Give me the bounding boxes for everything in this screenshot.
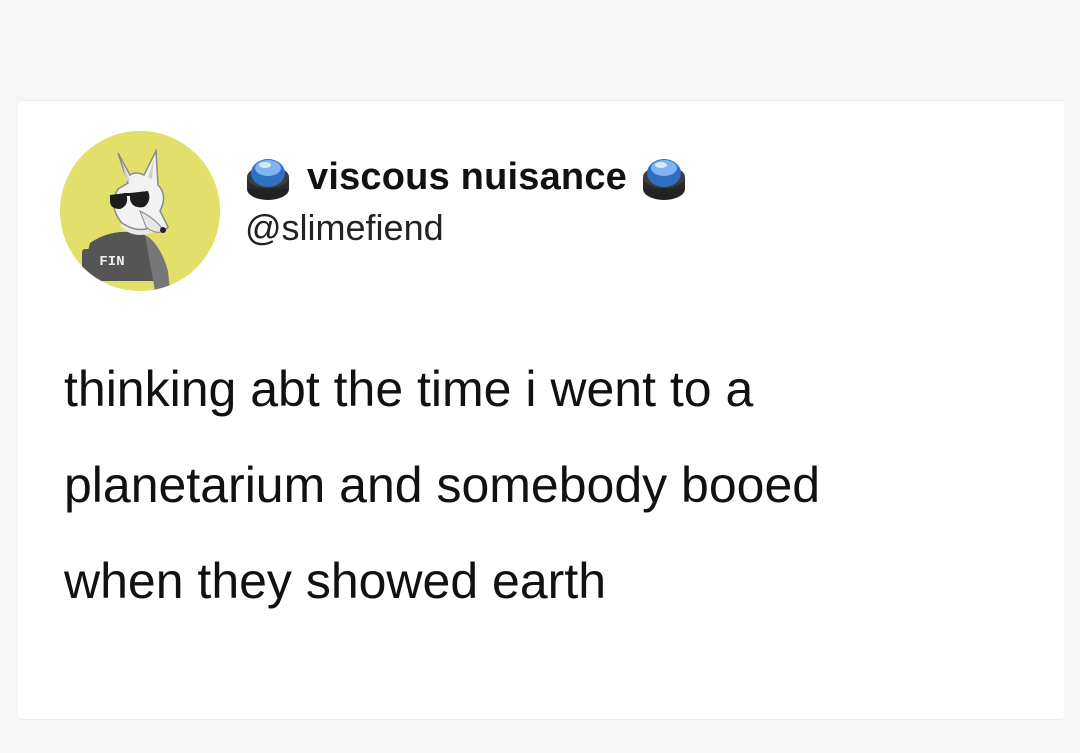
tweet-header: viscous nuisance @slimefiend [243, 149, 689, 249]
tweet-text-line: planetarium and somebody booed [64, 457, 821, 513]
page: FIN viscous nuisance @slimefiend thinkin… [0, 0, 1080, 753]
tweet-text-line: thinking abt the time i went to a [64, 361, 754, 417]
display-name[interactable]: viscous nuisance [307, 156, 627, 199]
tweet-text-line: when they showed earth [64, 553, 607, 609]
tweet-text: thinking abt the time i went to a planet… [64, 341, 1054, 629]
button-emoji-icon [247, 159, 289, 200]
button-emoji-icon [643, 159, 686, 200]
svg-text:FIN: FIN [99, 254, 124, 270]
avatar[interactable]: FIN [60, 131, 220, 291]
tweet-card: FIN viscous nuisance @slimefiend thinkin… [18, 100, 1064, 720]
name-row: viscous nuisance [243, 149, 689, 205]
avatar-shirt-text-icon: FIN [82, 249, 142, 271]
username[interactable]: @slimefiend [245, 207, 689, 249]
